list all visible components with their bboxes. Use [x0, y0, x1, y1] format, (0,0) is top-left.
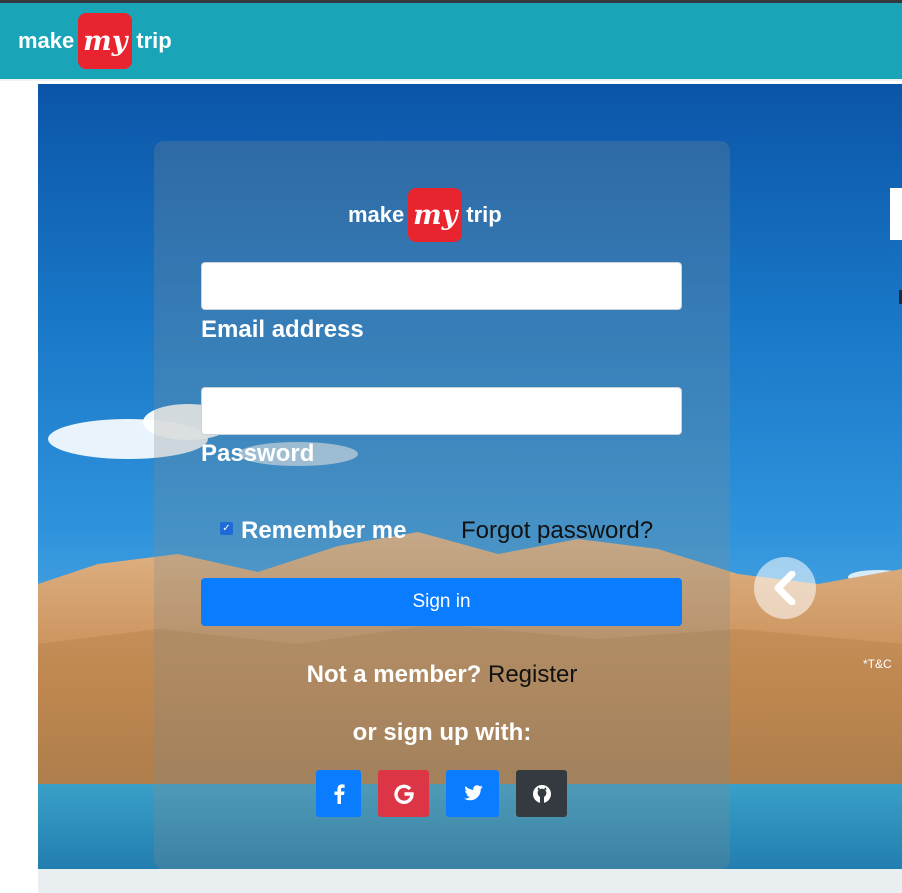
signup-with-text: or sign up with: — [352, 719, 532, 746]
carousel-prev-button[interactable] — [754, 557, 816, 619]
chevron-left-icon — [774, 571, 796, 605]
sign-in-button[interactable]: Sign in — [201, 578, 682, 626]
password-label: Password — [201, 440, 315, 467]
brand-logo[interactable]: make my trip — [18, 13, 172, 69]
logo-my-badge: my — [78, 13, 133, 69]
password-field[interactable] — [201, 387, 682, 435]
remember-me: ✓ Remember me — [220, 517, 406, 545]
remember-me-checkbox[interactable]: ✓ — [220, 521, 233, 535]
member-text: Not a member? — [306, 661, 482, 688]
logo-make-text: make — [348, 202, 405, 227]
card-brand-logo: make my trip — [348, 188, 502, 242]
github-icon — [532, 784, 551, 803]
facebook-icon — [334, 783, 345, 804]
google-button[interactable] — [378, 770, 429, 817]
logo-trip-text: trip — [466, 202, 502, 227]
terms-note: *T&C — [863, 657, 892, 671]
top-navbar: make my trip — [0, 0, 902, 81]
promo-banner-edge — [890, 188, 902, 240]
google-icon — [393, 784, 414, 804]
github-button[interactable] — [516, 770, 567, 817]
register-prompt: Not a member? Register — [154, 661, 730, 689]
twitter-icon — [463, 784, 483, 800]
facebook-button[interactable] — [316, 770, 361, 817]
logo-make-text: make — [18, 28, 75, 53]
email-label: Email address — [201, 316, 364, 343]
email-field[interactable] — [201, 262, 682, 310]
remember-me-label[interactable]: Remember me — [241, 517, 406, 545]
twitter-button[interactable] — [446, 770, 499, 817]
forgot-password-link[interactable]: Forgot password? — [461, 517, 653, 545]
register-link[interactable]: Register — [488, 661, 577, 688]
login-card: make my trip Email address Password ✓ Re… — [154, 141, 730, 869]
logo-trip-text: trip — [136, 28, 172, 53]
logo-my-badge: my — [408, 188, 463, 242]
